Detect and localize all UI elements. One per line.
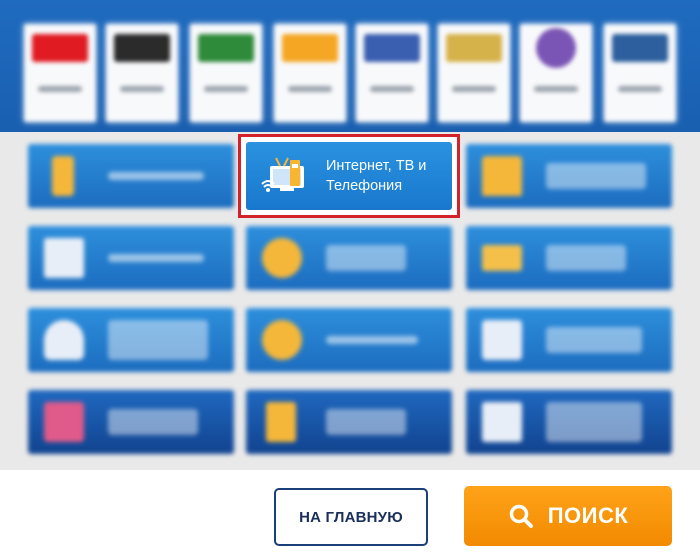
blurred-label [546, 390, 662, 454]
category-label: Интернет, ТВ и Телефония [326, 158, 427, 194]
bank-icon [44, 238, 84, 278]
blurred-label [546, 226, 662, 290]
provider-card-4[interactable] [274, 24, 346, 122]
flags-icon [44, 402, 84, 442]
card-icon [482, 245, 522, 271]
provider-caption [618, 86, 662, 92]
transfer-icon [262, 238, 302, 278]
services-icon [262, 320, 302, 360]
provider-logo [282, 34, 338, 62]
blurred-label [108, 390, 224, 454]
category-tile-other-services[interactable] [246, 308, 452, 372]
category-tile-credit-repayment[interactable] [466, 390, 672, 454]
search-button[interactable]: ПОИСК [464, 486, 672, 546]
category-tile-e-commerce[interactable] [466, 308, 672, 372]
category-tile-money-transfers[interactable] [246, 226, 452, 290]
provider-card-8[interactable] [604, 24, 676, 122]
provider-card-5[interactable] [356, 24, 428, 122]
category-tile-utilities[interactable] [466, 144, 672, 208]
blurred-label [108, 226, 224, 290]
category-tile-mobile[interactable] [28, 144, 234, 208]
search-button-label: ПОИСК [547, 503, 629, 528]
provider-carousel [24, 24, 676, 128]
provider-card-6[interactable] [438, 24, 510, 122]
category-tile-card-transfers[interactable] [466, 226, 672, 290]
money-bag-icon [44, 320, 84, 360]
category-tile-loan-repayment[interactable] [28, 308, 234, 372]
provider-card-1[interactable] [24, 24, 96, 122]
provider-logo [364, 34, 420, 62]
category-tile-foreign-services[interactable] [28, 390, 234, 454]
provider-caption [452, 86, 496, 92]
provider-caption [120, 86, 164, 92]
provider-logo [198, 34, 254, 62]
provider-caption [288, 86, 332, 92]
shopping-bag-icon [482, 320, 522, 360]
category-tile-traffic-fines[interactable] [246, 390, 452, 454]
search-icon [509, 504, 533, 528]
tv-wifi-phone-icon [261, 157, 304, 192]
provider-caption [370, 86, 414, 92]
provider-caption [534, 86, 578, 92]
provider-logo [32, 34, 88, 62]
provider-logo [446, 34, 502, 62]
blurred-label [326, 390, 442, 454]
home-button[interactable]: НА ГЛАВНУЮ [274, 488, 428, 546]
provider-logo [612, 34, 668, 62]
provider-caption [38, 86, 82, 92]
provider-logo [114, 34, 170, 62]
house-icon [482, 156, 522, 196]
bank-icon [482, 402, 522, 442]
provider-card-7[interactable] [520, 24, 592, 122]
blurred-label [108, 144, 224, 208]
blurred-label [326, 226, 442, 290]
category-tile-internet-tv-phone[interactable]: Интернет, ТВ и Телефония [246, 142, 452, 210]
phone-icon [52, 156, 74, 196]
provider-caption [204, 86, 248, 92]
provider-card-3[interactable] [190, 24, 262, 122]
document-icon [266, 402, 296, 442]
blurred-label [546, 144, 662, 208]
blurred-label [546, 308, 662, 372]
provider-card-2[interactable] [106, 24, 178, 122]
blurred-label [326, 308, 442, 372]
viber-icon [536, 28, 576, 68]
blurred-label [108, 308, 224, 372]
category-tile-bank-services[interactable] [28, 226, 234, 290]
